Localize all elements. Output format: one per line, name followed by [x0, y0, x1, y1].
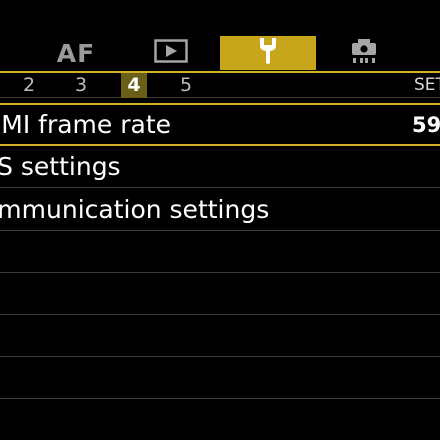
menu-item-communication-settings[interactable]: ommunication settings: [0, 188, 440, 231]
page-tag: SET: [414, 75, 440, 95]
page-3[interactable]: 3: [68, 73, 94, 98]
tab-playback[interactable]: [152, 36, 190, 70]
page-5[interactable]: 5: [173, 73, 199, 98]
menu-item-label: DMI frame rate: [0, 110, 172, 139]
tab-setup[interactable]: [220, 36, 316, 70]
empty-row: [0, 357, 440, 399]
wrench-icon: [255, 37, 281, 69]
tab-af[interactable]: AF: [50, 36, 102, 70]
tab-af-label: AF: [56, 38, 96, 68]
menu-item-label: PS settings: [0, 151, 121, 181]
page-selector: 2 3 4 5 SET: [0, 71, 440, 98]
play-icon: [154, 39, 188, 67]
menu-item-gps-settings[interactable]: PS settings: [0, 145, 440, 188]
menu-item-label: ommunication settings: [0, 194, 270, 224]
empty-row: [0, 231, 440, 273]
page-2[interactable]: 2: [16, 73, 42, 98]
menu-item-value: 59.: [412, 112, 440, 137]
empty-row: [0, 315, 440, 357]
page-4[interactable]: 4: [121, 73, 147, 98]
menu-item-hdmi-frame-rate[interactable]: DMI frame rate 59.: [0, 103, 440, 146]
empty-row: [0, 273, 440, 315]
tab-my-menu[interactable]: [344, 36, 384, 70]
camera-icon: [349, 37, 379, 69]
